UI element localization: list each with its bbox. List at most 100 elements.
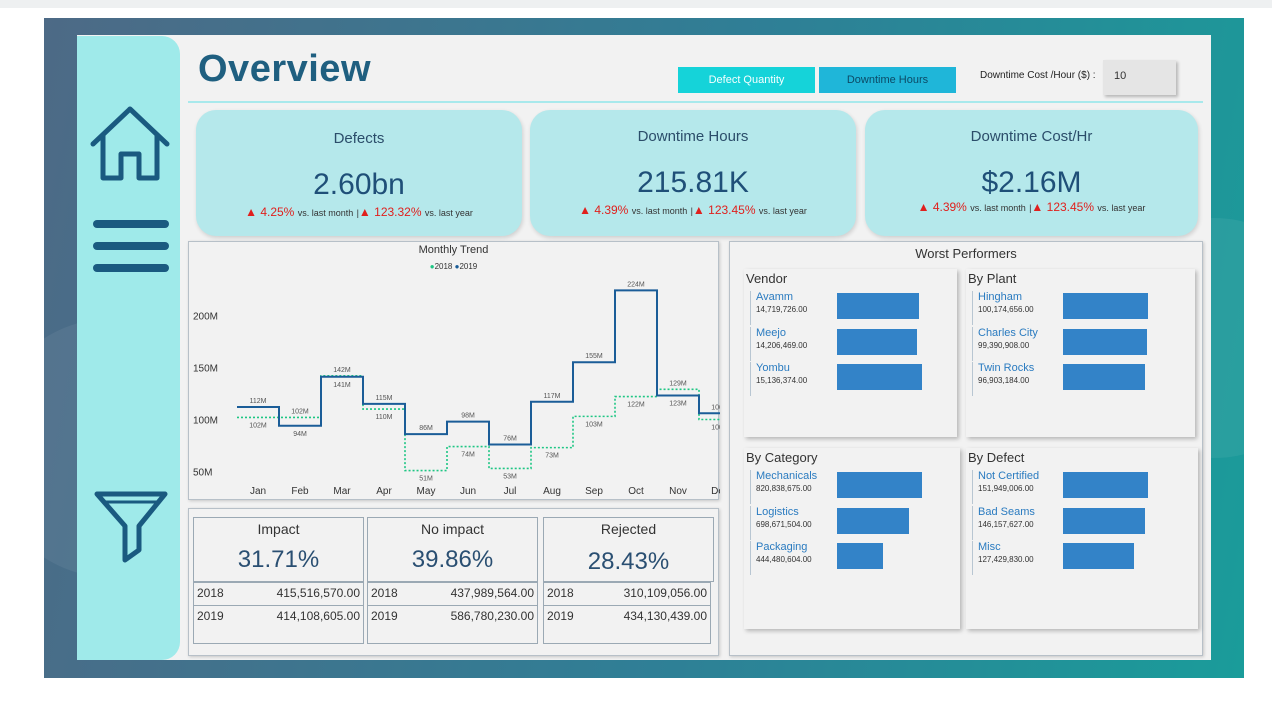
- x-tick-label: Sep: [585, 486, 603, 497]
- kpi-value: 2.60bn: [313, 168, 405, 201]
- kpi-month-pct: 4.25%: [260, 205, 295, 219]
- header-divider: [188, 101, 1203, 103]
- vendor-card: Vendor Avamm 14,719,726.00 Meejo 14,206,…: [744, 269, 957, 437]
- item-bar: [837, 293, 919, 319]
- group-title: By Plant: [968, 271, 1017, 286]
- up-triangle-icon: ▲: [579, 203, 591, 217]
- data-label: 129M: [669, 380, 687, 387]
- list-item[interactable]: Yombu 15,136,374.00: [750, 362, 960, 396]
- row-year: 2019: [547, 609, 574, 623]
- list-item[interactable]: Twin Rocks 96,903,184.00: [972, 362, 1182, 396]
- row-year: 2018: [547, 586, 574, 600]
- kpi-month-pct: 4.39%: [932, 200, 967, 214]
- menu-icon[interactable]: [91, 218, 171, 283]
- row-amount: 310,109,056.00: [623, 586, 707, 600]
- category-card: By Category Mechanicals 820,838,675.00 L…: [744, 448, 960, 629]
- row-amount: 414,108,605.00: [276, 609, 360, 623]
- trend-plot: 50M 100M 150M 200M Jan Feb Mar Apr May Jun Jul Aug S…: [193, 281, 720, 497]
- row-year: 2019: [371, 609, 398, 623]
- monthly-trend-chart: Monthly Trend ●2018 ●2019 50M 100M 150M 200…: [188, 241, 720, 500]
- item-bar: [837, 472, 922, 498]
- tab-defect-quantity[interactable]: Defect Quantity: [678, 67, 815, 93]
- row-amount: 434,130,439.00: [623, 609, 707, 623]
- data-label: 94M: [293, 431, 307, 438]
- row-amount: 586,780,230.00: [450, 609, 534, 623]
- list-item[interactable]: Avamm 14,719,726.00: [750, 291, 960, 325]
- list-item[interactable]: Logistics 698,671,504.00: [750, 506, 960, 540]
- item-bar: [1063, 508, 1145, 534]
- worst-performers-panel: Worst Performers Vendor Avamm 14,719,726…: [729, 241, 1203, 656]
- list-item[interactable]: Misc 127,429,830.00: [972, 541, 1182, 575]
- list-item[interactable]: Meejo 14,206,469.00: [750, 327, 960, 361]
- kpi-change: ▲ 4.25% vs. last month |▲ 123.32% vs. la…: [196, 205, 522, 219]
- y-tick-label: 150M: [193, 363, 218, 374]
- row-amount: 415,516,570.00: [276, 586, 360, 600]
- x-tick-label: Nov: [669, 486, 687, 497]
- y-tick-label: 200M: [193, 311, 218, 322]
- table-row: 2019 434,130,439.00: [543, 606, 711, 644]
- list-item[interactable]: Charles City 99,390,908.00: [972, 327, 1182, 361]
- kpi-month-label: vs. last month: [631, 206, 688, 216]
- list-item[interactable]: Bad Seams 146,157,627.00: [972, 506, 1182, 540]
- data-label: 123M: [669, 401, 687, 408]
- x-tick-label: Apr: [376, 486, 392, 497]
- card-pct: 39.86%: [411, 546, 494, 573]
- kpi-value: 215.81K: [637, 166, 749, 199]
- data-label: 73M: [545, 453, 559, 460]
- data-label: 106M: [711, 404, 720, 411]
- card-pct: 28.43%: [587, 548, 670, 575]
- table-row: 2018 310,109,056.00: [543, 582, 711, 606]
- data-label: 53M: [503, 473, 517, 480]
- data-label: 102M: [291, 408, 309, 415]
- table-row: 2018 415,516,570.00: [193, 582, 364, 606]
- downtime-cost-label: Downtime Cost /Hour ($) :: [980, 70, 1096, 81]
- up-triangle-icon: ▲: [358, 205, 371, 219]
- y-tick-label: 100M: [193, 416, 218, 427]
- x-tick-label: Feb: [291, 486, 309, 497]
- item-bar: [1063, 543, 1134, 569]
- tab-downtime-hours[interactable]: Downtime Hours: [819, 67, 956, 93]
- item-bar: [1063, 293, 1148, 319]
- defect-card: By Defect Not Certified 151,949,006.00 B…: [966, 448, 1198, 629]
- group-title: By Defect: [968, 450, 1025, 465]
- data-label: 98M: [461, 413, 475, 420]
- kpi-month-label: vs. last month: [297, 208, 354, 218]
- card-no-impact: No impact 39.86%: [367, 517, 538, 582]
- data-label: 51M: [419, 476, 433, 483]
- data-label: 74M: [461, 452, 475, 459]
- downtime-cost-input[interactable]: 10: [1103, 60, 1176, 95]
- series-line-2018: [237, 374, 720, 472]
- kpi-month-label: vs. last month: [970, 203, 1026, 213]
- list-item[interactable]: Not Certified 151,949,006.00: [972, 470, 1182, 504]
- x-tick-label: Jan: [250, 486, 266, 497]
- data-label: 115M: [376, 395, 393, 402]
- x-tick-label: Jul: [504, 486, 517, 497]
- x-tick-label: Jun: [460, 486, 476, 497]
- data-label: 86M: [419, 425, 433, 432]
- card-impact: Impact 31.71%: [193, 517, 364, 582]
- kpi-card-downtime-hours: Downtime Hours 215.81K ▲ 4.39% vs. last …: [530, 110, 856, 236]
- kpi-value: $2.16M: [981, 166, 1082, 199]
- group-title: By Category: [746, 450, 818, 465]
- data-label: 155M: [585, 353, 603, 360]
- outcome-panel: Impact 31.71% 2018 415,516,570.00 2019 4…: [188, 508, 719, 656]
- kpi-year-label: vs. last year: [424, 208, 473, 218]
- home-icon[interactable]: [89, 104, 171, 189]
- list-item[interactable]: Mechanicals 820,838,675.00: [750, 470, 960, 504]
- list-item[interactable]: Hingham 100,174,656.00: [972, 291, 1182, 325]
- sidebar: [77, 36, 180, 660]
- kpi-year-pct: 123.45%: [1046, 200, 1095, 214]
- data-label: 112M: [250, 398, 267, 405]
- top-bar: [0, 0, 1272, 8]
- data-label: 76M: [503, 436, 517, 443]
- kpi-change: ▲ 4.39% vs. last month |▲ 123.45% vs. la…: [530, 203, 856, 217]
- x-tick-label: May: [417, 486, 436, 497]
- group-title: Vendor: [746, 271, 788, 286]
- y-tick-label: 50M: [193, 468, 212, 479]
- list-item[interactable]: Packaging 444,480,604.00: [750, 541, 960, 575]
- item-bar: [837, 364, 922, 390]
- data-label: 142M: [333, 367, 351, 374]
- up-triangle-icon: ▲: [245, 205, 257, 219]
- table-row: 2018 437,989,564.00: [367, 582, 538, 606]
- filter-icon[interactable]: [93, 488, 169, 569]
